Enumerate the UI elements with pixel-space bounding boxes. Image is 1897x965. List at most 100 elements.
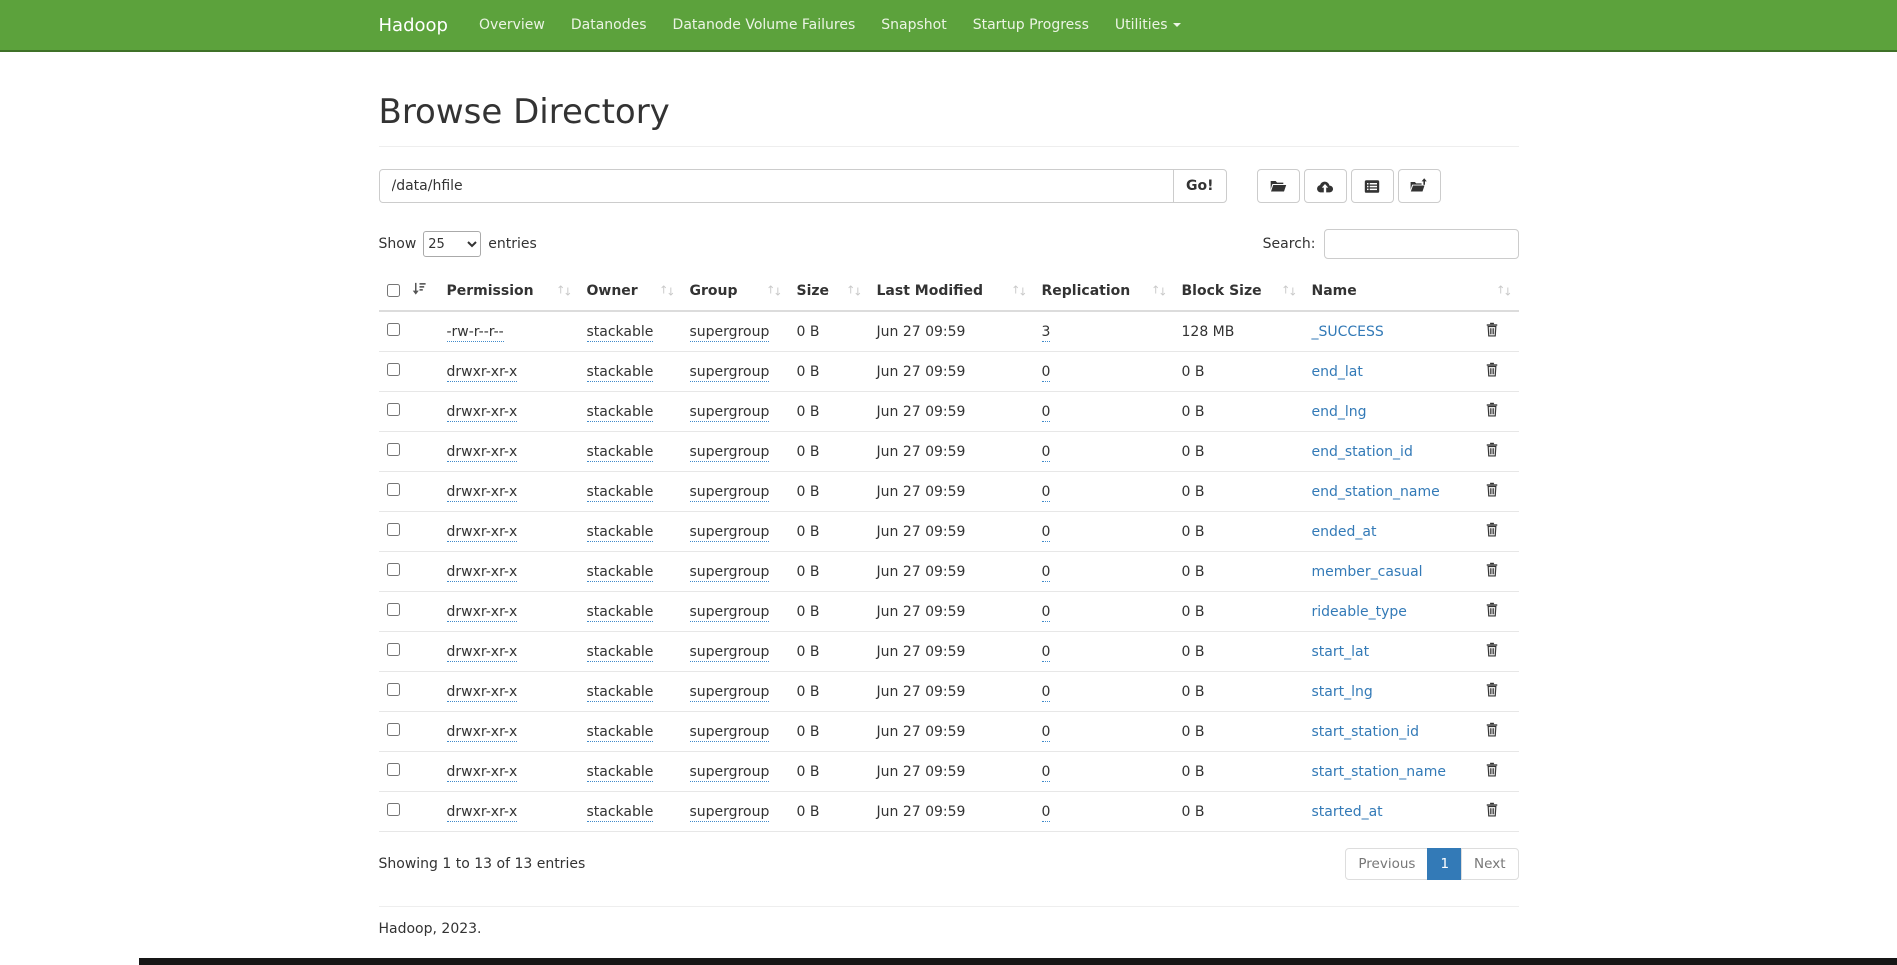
group-editable[interactable]: supergroup <box>690 484 770 502</box>
row-checkbox[interactable] <box>387 523 400 536</box>
owner-editable[interactable]: stackable <box>587 484 654 502</box>
row-checkbox[interactable] <box>387 603 400 616</box>
column-header-group[interactable]: Group ↑↓ <box>682 271 789 311</box>
row-checkbox[interactable] <box>387 363 400 376</box>
group-editable[interactable]: supergroup <box>690 324 770 342</box>
group-editable[interactable]: supergroup <box>690 684 770 702</box>
permission-editable[interactable]: drwxr-xr-x <box>447 364 518 382</box>
group-editable[interactable]: supergroup <box>690 444 770 462</box>
permission-editable[interactable]: drwxr-xr-x <box>447 724 518 742</box>
column-header-size[interactable]: Size ↑↓ <box>789 271 869 311</box>
file-link[interactable]: start_station_name <box>1312 764 1447 780</box>
folder-open-button[interactable] <box>1257 169 1300 203</box>
file-link[interactable]: rideable_type <box>1312 604 1407 620</box>
permission-editable[interactable]: drwxr-xr-x <box>447 604 518 622</box>
row-checkbox[interactable] <box>387 763 400 776</box>
owner-editable[interactable]: stackable <box>587 444 654 462</box>
group-editable[interactable]: supergroup <box>690 644 770 662</box>
row-checkbox[interactable] <box>387 563 400 576</box>
permission-editable[interactable]: -rw-r--r-- <box>447 324 504 342</box>
permission-editable[interactable]: drwxr-xr-x <box>447 484 518 502</box>
permission-editable[interactable]: drwxr-xr-x <box>447 764 518 782</box>
nav-link-startup-progress[interactable]: Startup Progress <box>960 0 1102 50</box>
delete-button[interactable] <box>1485 402 1499 417</box>
nav-link-datanodes[interactable]: Datanodes <box>558 0 660 50</box>
file-link[interactable]: _SUCCESS <box>1312 324 1384 340</box>
file-link[interactable]: ended_at <box>1312 524 1377 540</box>
nav-link-utilities[interactable]: Utilities <box>1102 0 1194 50</box>
row-checkbox[interactable] <box>387 643 400 656</box>
column-header-select[interactable] <box>379 271 439 311</box>
permission-editable[interactable]: drwxr-xr-x <box>447 404 518 422</box>
delete-button[interactable] <box>1485 322 1499 337</box>
column-header-owner[interactable]: Owner ↑↓ <box>579 271 682 311</box>
replication-editable[interactable]: 0 <box>1042 444 1051 462</box>
nav-link-snapshot[interactable]: Snapshot <box>868 0 959 50</box>
row-checkbox[interactable] <box>387 723 400 736</box>
delete-button[interactable] <box>1485 642 1499 657</box>
replication-editable[interactable]: 0 <box>1042 644 1051 662</box>
owner-editable[interactable]: stackable <box>587 804 654 822</box>
column-header-block-size[interactable]: Block Size ↑↓ <box>1174 271 1304 311</box>
owner-editable[interactable]: stackable <box>587 524 654 542</box>
column-header-replication[interactable]: Replication ↑↓ <box>1034 271 1174 311</box>
row-checkbox[interactable] <box>387 323 400 336</box>
file-link[interactable]: start_lat <box>1312 644 1370 660</box>
row-checkbox[interactable] <box>387 403 400 416</box>
folder-move-button[interactable] <box>1398 169 1441 203</box>
replication-editable[interactable]: 0 <box>1042 364 1051 382</box>
column-header-permission[interactable]: Permission ↑↓ <box>439 271 579 311</box>
file-link[interactable]: start_station_id <box>1312 724 1420 740</box>
replication-editable[interactable]: 0 <box>1042 564 1051 582</box>
replication-editable[interactable]: 0 <box>1042 604 1051 622</box>
delete-button[interactable] <box>1485 762 1499 777</box>
replication-editable[interactable]: 0 <box>1042 804 1051 822</box>
next-page-button[interactable]: Next <box>1461 848 1518 880</box>
delete-button[interactable] <box>1485 602 1499 617</box>
cloud-upload-button[interactable] <box>1304 169 1347 203</box>
group-editable[interactable]: supergroup <box>690 364 770 382</box>
group-editable[interactable]: supergroup <box>690 404 770 422</box>
select-all-checkbox[interactable] <box>387 284 400 297</box>
row-checkbox[interactable] <box>387 483 400 496</box>
page-length-select[interactable]: 25 <box>423 231 481 257</box>
file-link[interactable]: member_casual <box>1312 564 1423 580</box>
group-editable[interactable]: supergroup <box>690 764 770 782</box>
delete-button[interactable] <box>1485 722 1499 737</box>
file-link[interactable]: started_at <box>1312 804 1383 820</box>
owner-editable[interactable]: stackable <box>587 324 654 342</box>
go-button[interactable]: Go! <box>1173 169 1227 203</box>
file-link[interactable]: end_station_name <box>1312 484 1440 500</box>
group-editable[interactable]: supergroup <box>690 564 770 582</box>
owner-editable[interactable]: stackable <box>587 564 654 582</box>
delete-button[interactable] <box>1485 442 1499 457</box>
delete-button[interactable] <box>1485 482 1499 497</box>
owner-editable[interactable]: stackable <box>587 724 654 742</box>
file-link[interactable]: end_station_id <box>1312 444 1413 460</box>
owner-editable[interactable]: stackable <box>587 364 654 382</box>
group-editable[interactable]: supergroup <box>690 604 770 622</box>
row-checkbox[interactable] <box>387 803 400 816</box>
delete-button[interactable] <box>1485 682 1499 697</box>
brand-link[interactable]: Hadoop <box>379 0 466 50</box>
row-checkbox[interactable] <box>387 683 400 696</box>
replication-editable[interactable]: 0 <box>1042 484 1051 502</box>
row-checkbox[interactable] <box>387 443 400 456</box>
list-alt-button[interactable] <box>1351 169 1394 203</box>
owner-editable[interactable]: stackable <box>587 644 654 662</box>
file-link[interactable]: start_lng <box>1312 684 1373 700</box>
nav-link-overview[interactable]: Overview <box>466 0 558 50</box>
file-link[interactable]: end_lng <box>1312 404 1367 420</box>
owner-editable[interactable]: stackable <box>587 684 654 702</box>
group-editable[interactable]: supergroup <box>690 724 770 742</box>
owner-editable[interactable]: stackable <box>587 404 654 422</box>
column-header-name[interactable]: Name ↑↓ <box>1304 271 1519 311</box>
group-editable[interactable]: supergroup <box>690 524 770 542</box>
group-editable[interactable]: supergroup <box>690 804 770 822</box>
page-1-button[interactable]: 1 <box>1427 848 1462 880</box>
permission-editable[interactable]: drwxr-xr-x <box>447 644 518 662</box>
owner-editable[interactable]: stackable <box>587 764 654 782</box>
directory-path-input[interactable] <box>379 169 1175 203</box>
replication-editable[interactable]: 0 <box>1042 524 1051 542</box>
replication-editable[interactable]: 0 <box>1042 404 1051 422</box>
